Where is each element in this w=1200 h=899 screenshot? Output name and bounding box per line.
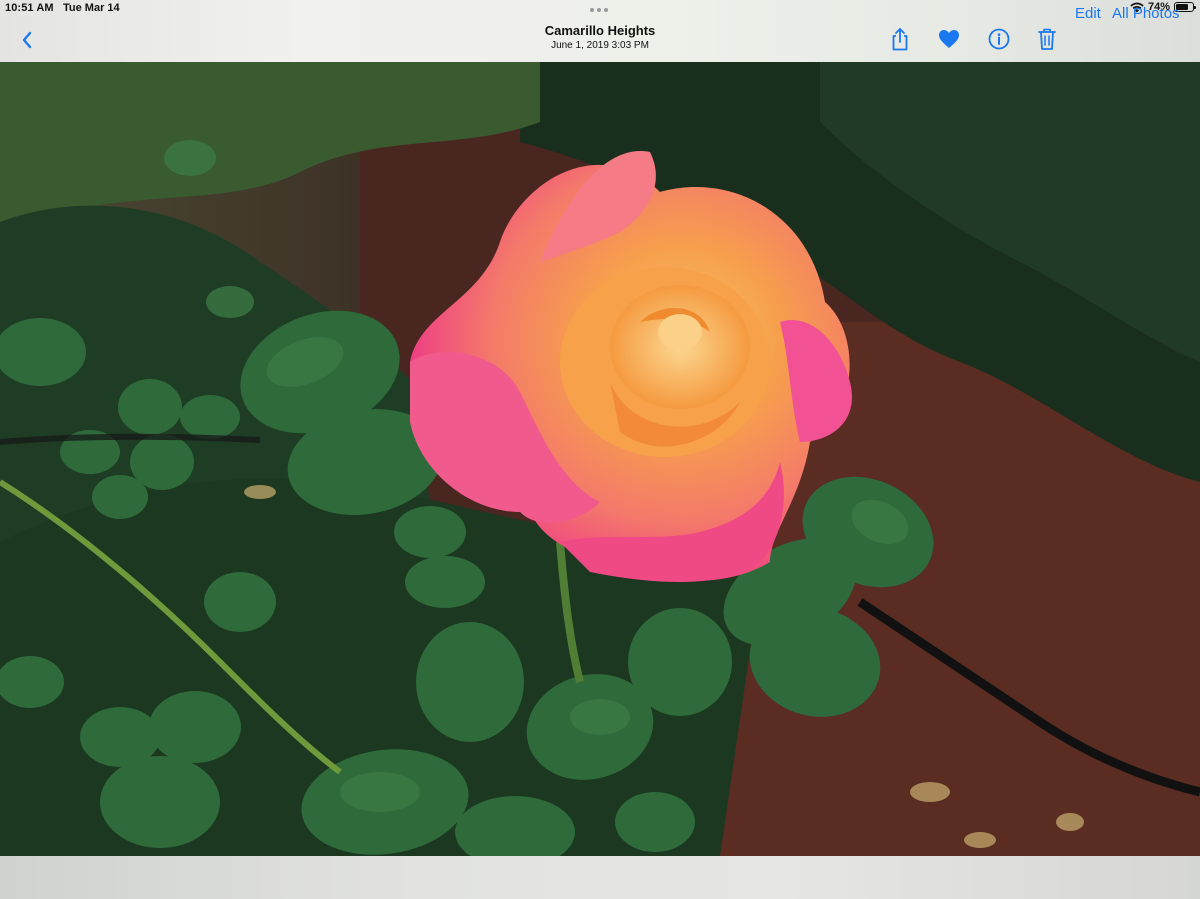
share-button[interactable] xyxy=(888,25,912,53)
top-bar: 10:51 AM Tue Mar 14 74% Camarillo Height… xyxy=(0,0,1200,62)
all-photos-button[interactable]: All Photos xyxy=(1112,5,1180,22)
photo-canvas xyxy=(0,62,1200,856)
info-icon xyxy=(988,28,1010,50)
status-date: Tue Mar 14 xyxy=(63,2,120,14)
edit-button[interactable]: Edit xyxy=(1075,5,1101,22)
share-icon xyxy=(892,28,908,51)
trash-icon xyxy=(1038,28,1056,50)
favorite-button[interactable] xyxy=(936,25,962,53)
page-title: Camarillo Heights xyxy=(544,23,656,38)
back-button[interactable] xyxy=(15,27,39,53)
multitasking-dots-icon[interactable] xyxy=(590,8,610,12)
rose-photo[interactable] xyxy=(0,62,1200,856)
chevron-left-icon xyxy=(22,31,32,49)
status-time: 10:51 AM xyxy=(5,2,54,14)
info-button[interactable] xyxy=(986,25,1012,53)
heart-icon xyxy=(939,30,959,48)
photo-timestamp: June 1, 2019 3:03 PM xyxy=(551,40,649,51)
delete-button[interactable] xyxy=(1035,25,1059,53)
title-block: Camarillo Heights June 1, 2019 3:03 PM xyxy=(450,23,750,53)
bottom-bar xyxy=(0,856,1200,899)
